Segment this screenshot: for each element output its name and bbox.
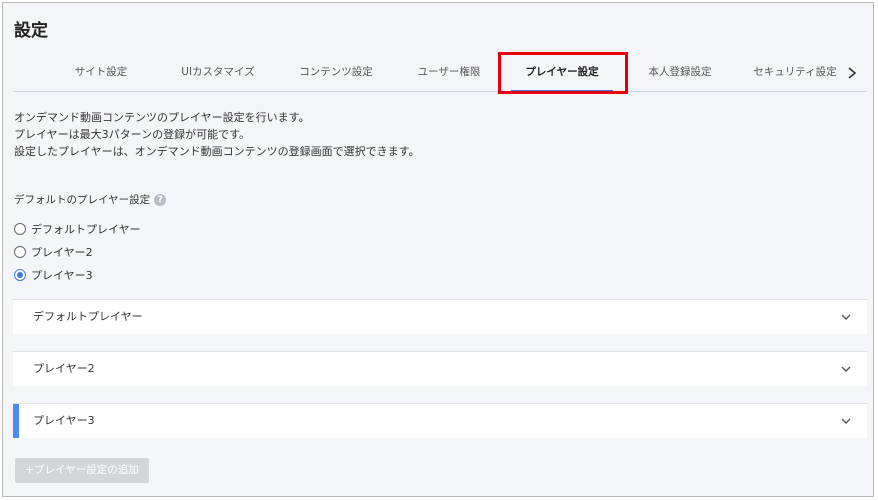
chevron-down-icon[interactable] [841,364,851,374]
radio-option-default-player[interactable]: デフォルトプレイヤー [14,217,141,240]
description-line: 設定したプレイヤーは、オンデマンド動画コンテンツの登録画面で選択できます。 [14,145,420,158]
radio-button[interactable] [14,222,26,235]
radio-label: プレイヤー2 [31,245,93,259]
radio-label: プレイヤー3 [31,268,93,282]
radio-label: デフォルトプレイヤー [31,222,141,236]
tab-user-permissions[interactable]: ユーザー権限 [399,53,499,91]
panel-default-player[interactable]: デフォルトプレイヤー [13,299,867,334]
panel-title: デフォルトプレイヤー [33,310,143,323]
description-line: オンデマンド動画コンテンツのプレイヤー設定を行います。 [14,111,310,124]
description-line: プレイヤーは最大3パターンの登録が可能です。 [14,128,251,141]
panel-player-3[interactable]: プレイヤー3 [13,403,867,438]
default-player-section: デフォルトのプレイヤー設定 ? [14,192,167,207]
radio-option-player-2[interactable]: プレイヤー2 [14,240,141,263]
question-icon[interactable]: ? [154,193,167,206]
tab-site-settings[interactable]: サイト設定 [51,53,151,91]
settings-window: 設定 サイト設定 UIカスタマイズ コンテンツ設定 ユーザー権限 プレイヤー設定… [2,2,874,497]
chevron-down-icon[interactable] [841,416,851,426]
tab-content-settings[interactable]: コンテンツ設定 [281,53,391,91]
settings-tabs: サイト設定 UIカスタマイズ コンテンツ設定 ユーザー権限 プレイヤー設定 本人… [13,53,867,92]
radio-option-player-3[interactable]: プレイヤー3 [14,263,141,286]
panel-title: プレイヤー2 [33,362,95,375]
radio-button[interactable] [14,245,26,258]
chevron-right-icon[interactable] [845,66,859,80]
radio-button-checked[interactable] [14,268,26,281]
page-title: 設定 [14,21,48,41]
panel-player-2[interactable]: プレイヤー2 [13,351,867,386]
default-player-radio-group: デフォルトプレイヤー プレイヤー2 プレイヤー3 [14,217,141,286]
tab-ui-customize[interactable]: UIカスタマイズ [163,53,273,91]
tab-security-settings[interactable]: セキュリティ設定 [741,53,849,91]
default-player-label: デフォルトのプレイヤー設定 [14,194,151,206]
panel-title: プレイヤー3 [33,414,95,427]
description: オンデマンド動画コンテンツのプレイヤー設定を行います。 プレイヤーは最大3パター… [14,109,420,160]
tab-player-settings[interactable]: プレイヤー設定 [505,53,619,92]
chevron-down-icon[interactable] [841,312,851,322]
add-player-setting-button[interactable]: +プレイヤー設定の追加 [15,458,149,483]
tab-identity-registration[interactable]: 本人登録設定 [625,53,735,91]
